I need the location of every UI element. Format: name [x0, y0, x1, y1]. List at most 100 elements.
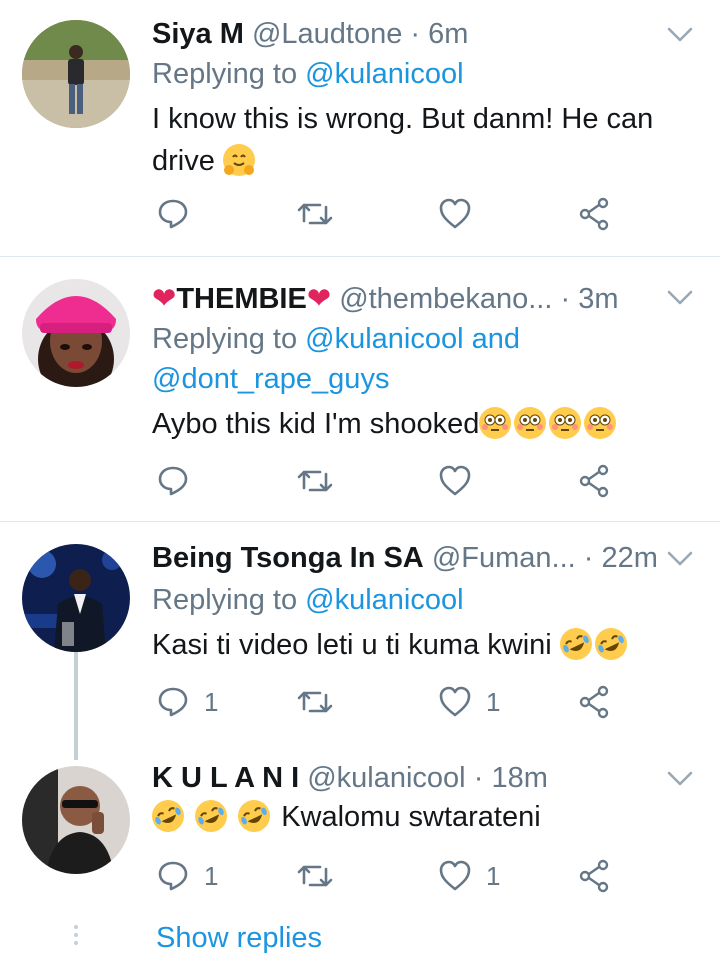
replying-prefix: Replying to — [152, 58, 298, 90]
user-handle[interactable]: @thembekano... — [339, 283, 552, 315]
heart-icon — [439, 860, 471, 891]
retweet-icon — [297, 691, 333, 713]
rolling-on-floor-laughing-icon — [589, 622, 633, 666]
heart-icon — [439, 465, 471, 496]
reply-button[interactable] — [156, 194, 204, 234]
chevron-down-icon[interactable] — [666, 550, 694, 568]
tweet-header: ❤THEMBIE❤ @thembekano... · 3m — [152, 279, 650, 319]
tweet-text: Kasi ti video leti u ti kuma kwini — [152, 622, 680, 666]
avatar[interactable] — [22, 544, 130, 652]
avatar[interactable] — [22, 766, 130, 874]
timestamp[interactable]: 22m — [601, 542, 657, 574]
reply-button[interactable]: 1 — [156, 682, 218, 722]
share-button[interactable] — [578, 194, 612, 234]
tweet-text-line: drive — [152, 140, 680, 182]
reply-button[interactable] — [156, 461, 204, 501]
retweet-button[interactable] — [296, 856, 334, 896]
timestamp[interactable]: 3m — [578, 283, 618, 315]
reply-icon — [158, 466, 188, 496]
avatar[interactable] — [22, 279, 130, 387]
share-icon — [579, 859, 609, 893]
rolling-on-floor-laughing-icon — [146, 794, 190, 838]
tweet-text: Aybo this kid I'm shooked — [152, 403, 680, 445]
user-handle[interactable]: @Laudtone — [252, 18, 402, 50]
separator-dot: · — [473, 762, 484, 794]
hugging-face-icon — [222, 144, 255, 176]
user-handle[interactable]: @kulanicool — [307, 762, 465, 794]
display-name[interactable]: Siya M — [152, 18, 244, 50]
like-count: 1 — [486, 686, 501, 717]
reply-icon — [158, 687, 188, 717]
retweet-button[interactable] — [296, 682, 334, 722]
avatar[interactable] — [22, 20, 130, 128]
flushed-face-icon — [584, 407, 617, 439]
timestamp[interactable]: 18m — [491, 762, 547, 794]
like-count: 1 — [486, 860, 501, 891]
tweet-text: I know this is wrong. But danm! He can d… — [152, 98, 680, 182]
like-button[interactable] — [438, 461, 486, 501]
mention-link[interactable]: @dont_rape_guys — [152, 363, 389, 395]
display-name[interactable]: Being Tsonga In SA — [152, 542, 424, 574]
replying-to-continued: @dont_rape_guys — [152, 359, 389, 399]
tweet-text: Kwalomu swtarateni — [146, 794, 680, 838]
chevron-down-icon[interactable] — [666, 770, 694, 788]
red-heart-icon: ❤ — [306, 283, 332, 315]
retweet-button[interactable] — [296, 194, 334, 234]
share-icon — [579, 197, 609, 231]
show-replies-link[interactable]: Show replies — [156, 918, 322, 958]
heart-icon — [439, 198, 471, 229]
separator-dot: · — [560, 283, 571, 315]
mention-link[interactable]: @kulanicool and — [305, 323, 520, 355]
like-button[interactable]: 1 — [438, 682, 500, 722]
retweet-icon — [297, 203, 333, 225]
like-button[interactable]: 1 — [438, 856, 500, 896]
replying-to: Replying to @kulanicool and — [152, 319, 520, 359]
flushed-face-icon — [514, 407, 547, 439]
tweet-text-line: I know this is wrong. But danm! He can — [152, 103, 654, 135]
tweet-actions — [152, 194, 622, 234]
flushed-face-icon — [549, 407, 582, 439]
reply-count: 1 — [204, 860, 219, 891]
replying-to: Replying to @kulanicool — [152, 580, 464, 620]
replying-to: Replying to @kulanicool — [152, 54, 464, 94]
reply-icon — [158, 861, 188, 891]
mention-link[interactable]: @kulanicool — [305, 584, 463, 616]
timestamp[interactable]: 6m — [428, 18, 468, 50]
retweet-icon — [297, 865, 333, 887]
user-handle[interactable]: @Fuman... — [432, 542, 576, 574]
tweet-actions: 1 1 — [152, 682, 622, 722]
tweet-header: K U L A N I @kulanicool · 18m — [152, 758, 660, 798]
share-button[interactable] — [578, 682, 612, 722]
share-button[interactable] — [578, 461, 612, 501]
tweet-siya[interactable]: Siya M @Laudtone · 6m Replying to @kulan… — [0, 0, 720, 256]
share-icon — [579, 685, 609, 719]
heart-icon — [439, 686, 471, 717]
separator-dot: · — [583, 542, 594, 574]
separator-dot: · — [410, 18, 421, 50]
like-button[interactable] — [438, 194, 486, 234]
replying-prefix: Replying to — [152, 584, 298, 616]
display-name[interactable]: ❤THEMBIE❤ — [152, 283, 331, 315]
tweet-kulani[interactable]: K U L A N I @kulanicool · 18m Kwalomu sw… — [0, 752, 720, 979]
reply-button[interactable]: 1 — [156, 856, 218, 896]
flushed-face-icon — [479, 407, 512, 439]
tweet-actions — [152, 461, 622, 501]
rolling-on-floor-laughing-icon — [232, 794, 276, 838]
replying-prefix: Replying to — [152, 323, 298, 355]
chevron-down-icon[interactable] — [666, 26, 694, 44]
tweet-being-tsonga[interactable]: Being Tsonga In SA @Fuman... · 22m Reply… — [0, 522, 720, 752]
tweet-thembie[interactable]: ❤THEMBIE❤ @thembekano... · 3m Replying t… — [0, 257, 720, 521]
share-button[interactable] — [578, 856, 612, 896]
display-name[interactable]: K U L A N I — [152, 762, 299, 794]
tweet-header: Being Tsonga In SA @Fuman... · 22m — [152, 538, 658, 578]
reply-count: 1 — [204, 686, 219, 717]
reply-icon — [158, 199, 188, 229]
tweet-header: Siya M @Laudtone · 6m — [152, 14, 660, 54]
share-icon — [579, 464, 609, 498]
tweet-actions: 1 1 — [152, 856, 622, 896]
retweet-button[interactable] — [296, 461, 334, 501]
chevron-down-icon[interactable] — [666, 289, 694, 307]
red-heart-icon: ❤ — [152, 283, 177, 315]
mention-link[interactable]: @kulanicool — [305, 58, 463, 90]
rolling-on-floor-laughing-icon — [189, 794, 233, 838]
